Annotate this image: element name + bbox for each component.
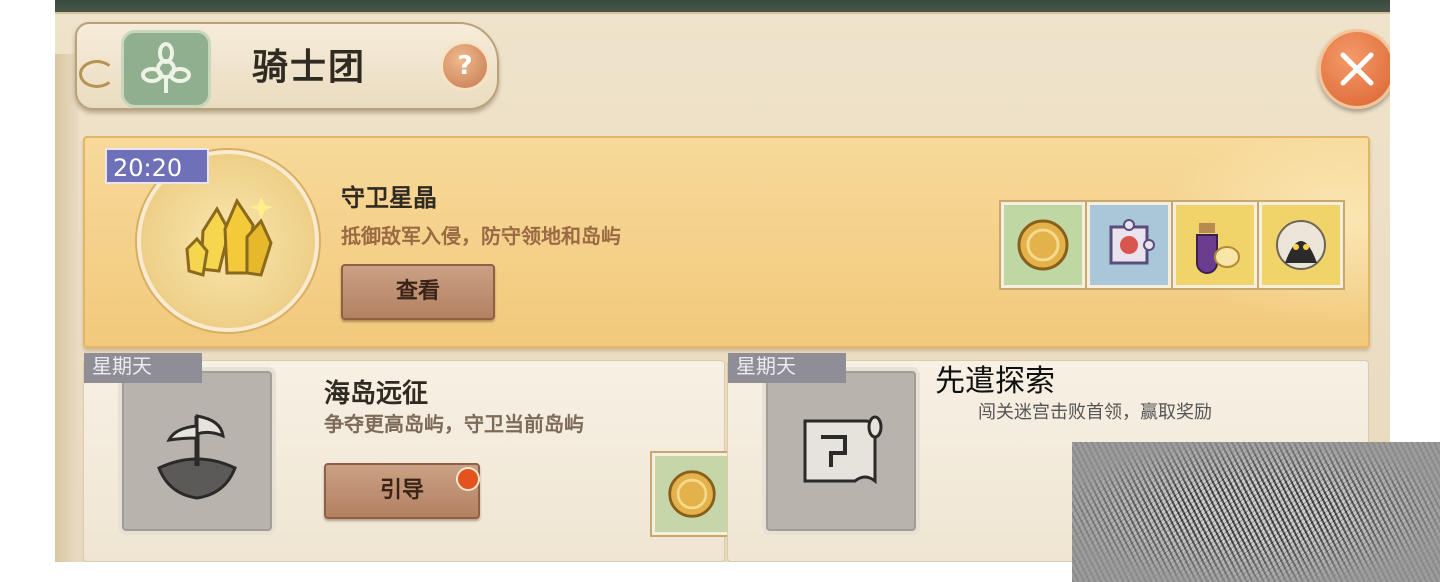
guild-emblem-icon xyxy=(121,30,211,108)
event-timer: 20:20 xyxy=(105,148,209,184)
expedition-card[interactable]: 星期天 海岛远征 争夺更高岛屿，守卫当前岛屿 引导 xyxy=(83,353,732,562)
puzzle-map-icon xyxy=(1109,219,1155,265)
card-thumbnail xyxy=(118,367,276,535)
event-title: 守卫星晶 xyxy=(341,184,437,212)
title-tag: 骑士团 ? xyxy=(75,22,499,110)
view-button[interactable]: 查看 xyxy=(341,264,495,320)
notification-dot xyxy=(456,467,480,491)
card-title: 海岛远征 xyxy=(324,379,429,409)
panel-edge xyxy=(55,54,79,562)
gold-coin-icon xyxy=(1017,219,1069,271)
floating-island-icon xyxy=(157,414,237,500)
gold-coin-icon xyxy=(668,470,716,518)
close-icon xyxy=(1340,52,1374,86)
close-button[interactable] xyxy=(1318,29,1390,109)
event-banner[interactable]: 20:20 守卫星晶 抵御敌军入侵，防守领地和岛屿 查看 xyxy=(83,136,1370,348)
day-tag: 星期天 xyxy=(728,353,846,383)
reward-slot[interactable] xyxy=(1001,202,1085,288)
page-title: 骑士团 xyxy=(252,47,367,88)
event-description: 抵御敌军入侵，防守领地和岛屿 xyxy=(341,224,621,248)
card-description: 争夺更高岛屿，守卫当前岛屿 xyxy=(324,412,584,436)
day-tag: 星期天 xyxy=(84,353,202,383)
card-title: 先遣探索 xyxy=(935,364,1055,399)
card-thumbnail xyxy=(762,367,920,535)
guide-button[interactable]: 引导 xyxy=(324,463,480,519)
reward-slot[interactable] xyxy=(1087,202,1171,288)
noise-overlay xyxy=(1072,442,1440,582)
reward-slot[interactable] xyxy=(1173,202,1257,288)
help-button[interactable]: ? xyxy=(440,41,490,91)
card-description: 闯关迷宫击败首领，赢取奖励 xyxy=(978,402,1212,423)
map-scroll-icon xyxy=(803,415,883,485)
reward-slot[interactable] xyxy=(1259,202,1343,288)
hooded-figure-icon xyxy=(1276,220,1326,270)
potion-icon xyxy=(1196,223,1240,274)
rope-icon xyxy=(79,60,115,88)
reward-slot[interactable] xyxy=(652,453,732,535)
